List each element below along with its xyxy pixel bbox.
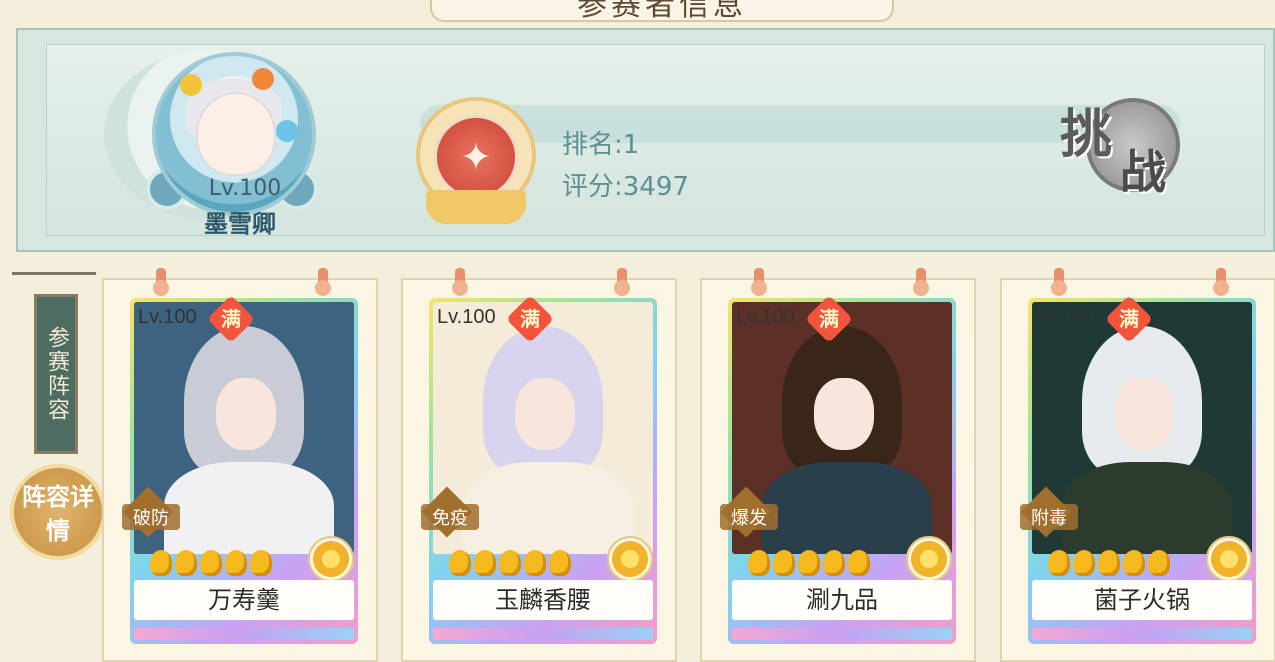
card-pin bbox=[1213, 268, 1229, 296]
header-title: 参赛者信息 bbox=[577, 0, 747, 23]
character-card[interactable]: Lv.100 满 免疫 玉麟香腰 bbox=[401, 268, 677, 662]
player-name: 墨雪卿 bbox=[204, 210, 276, 238]
card-name: 涮九品 bbox=[732, 580, 952, 620]
header-title-tab: 参赛者信息 bbox=[430, 0, 894, 23]
star-icon bbox=[1048, 550, 1070, 576]
player-level: Lv.100 bbox=[208, 176, 282, 201]
gold-flower-icon bbox=[1206, 536, 1252, 582]
star-icon bbox=[1073, 550, 1095, 576]
character-body bbox=[463, 462, 633, 554]
gold-flower-icon bbox=[607, 536, 653, 582]
card-frame: Lv.100 满 免疫 玉麟香腰 bbox=[421, 294, 657, 644]
star-rating bbox=[1048, 550, 1173, 578]
star-icon bbox=[250, 550, 272, 576]
card-bottom-strip bbox=[1032, 628, 1252, 640]
star-icon bbox=[748, 550, 770, 576]
star-icon bbox=[1123, 550, 1145, 576]
star-icon bbox=[499, 550, 521, 576]
full-badge-text: 满 bbox=[1119, 307, 1139, 331]
full-badge-text: 满 bbox=[221, 307, 241, 331]
character-card[interactable]: Lv.100 满 爆发 涮九品 bbox=[700, 268, 976, 662]
full-badge-text: 满 bbox=[520, 307, 540, 331]
character-body bbox=[164, 462, 334, 554]
skill-text: 破防 bbox=[122, 504, 180, 530]
card-bottom-strip bbox=[433, 628, 653, 640]
card-frame: Lv.100 满 破防 万寿羹 bbox=[122, 294, 358, 644]
full-badge-text: 满 bbox=[819, 307, 839, 331]
star-rating bbox=[150, 550, 275, 578]
star-icon bbox=[150, 550, 172, 576]
star-icon bbox=[474, 550, 496, 576]
skill-tag: 免疫 bbox=[421, 486, 481, 538]
card-pin bbox=[1051, 268, 1067, 296]
avatar-face bbox=[196, 92, 276, 176]
maple-icon bbox=[252, 68, 274, 90]
star-icon bbox=[200, 550, 222, 576]
challenge-button[interactable]: 挑 战 bbox=[1034, 92, 1200, 199]
card-pin bbox=[614, 268, 630, 296]
skill-text: 附毒 bbox=[1020, 504, 1078, 530]
star-icon bbox=[1148, 550, 1170, 576]
card-pin bbox=[452, 268, 468, 296]
card-name: 玉麟香腰 bbox=[433, 580, 653, 620]
star-rating bbox=[748, 550, 873, 578]
card-frame: Lv.100 满 爆发 涮九品 bbox=[720, 294, 956, 644]
card-level: Lv.100 bbox=[1036, 306, 1095, 328]
star-icon bbox=[449, 550, 471, 576]
sunflower-icon bbox=[180, 74, 202, 96]
card-pin bbox=[153, 268, 169, 296]
skill-text: 免疫 bbox=[421, 504, 479, 530]
skill-text: 爆发 bbox=[720, 504, 778, 530]
challenge-label-1: 挑 bbox=[1060, 105, 1113, 165]
star-icon bbox=[175, 550, 197, 576]
rail-divider bbox=[12, 272, 96, 275]
character-body bbox=[1062, 462, 1232, 554]
character-face bbox=[814, 378, 874, 450]
skill-tag: 附毒 bbox=[1020, 486, 1080, 538]
medal-base bbox=[426, 190, 526, 224]
card-pin bbox=[315, 268, 331, 296]
star-icon bbox=[549, 550, 571, 576]
phoenix-icon: ✦ bbox=[434, 115, 518, 199]
star-icon bbox=[524, 550, 546, 576]
star-icon bbox=[848, 550, 870, 576]
character-card[interactable]: Lv.100 满 附毒 菌子火锅 bbox=[1000, 268, 1275, 662]
star-rating bbox=[449, 550, 574, 578]
character-face bbox=[1114, 378, 1174, 450]
character-face bbox=[515, 378, 575, 450]
card-name: 菌子火锅 bbox=[1032, 580, 1252, 620]
star-icon bbox=[798, 550, 820, 576]
star-icon bbox=[225, 550, 247, 576]
card-frame: Lv.100 满 附毒 菌子火锅 bbox=[1020, 294, 1256, 644]
lineup-detail-button[interactable]: 阵容详情 bbox=[10, 464, 106, 560]
lineup-label: 参赛阵容 bbox=[34, 294, 78, 454]
score-text: 评分:3497 bbox=[562, 172, 689, 202]
full-badge: 满 bbox=[1104, 294, 1154, 344]
star-icon bbox=[1098, 550, 1120, 576]
card-bottom-strip bbox=[732, 628, 952, 640]
card-bottom-strip bbox=[134, 628, 354, 640]
character-body bbox=[762, 462, 932, 554]
full-badge: 满 bbox=[505, 294, 555, 344]
card-name: 万寿羹 bbox=[134, 580, 354, 620]
star-icon bbox=[773, 550, 795, 576]
full-badge: 满 bbox=[804, 294, 854, 344]
challenge-label-2: 战 bbox=[1120, 145, 1166, 199]
skill-tag: 破防 bbox=[122, 486, 182, 538]
skill-tag: 爆发 bbox=[720, 486, 780, 538]
full-badge: 满 bbox=[206, 294, 256, 344]
card-level: Lv.100 bbox=[138, 306, 197, 328]
card-level: Lv.100 bbox=[437, 306, 496, 328]
character-card[interactable]: Lv.100 满 破防 万寿羹 bbox=[102, 268, 378, 662]
character-face bbox=[216, 378, 276, 450]
rank-text: 排名:1 bbox=[562, 130, 640, 160]
card-pin bbox=[751, 268, 767, 296]
gold-flower-icon bbox=[308, 536, 354, 582]
star-icon bbox=[823, 550, 845, 576]
card-level: Lv.100 bbox=[736, 306, 795, 328]
snowflake-icon bbox=[276, 120, 298, 142]
card-pin bbox=[913, 268, 929, 296]
gold-flower-icon bbox=[906, 536, 952, 582]
